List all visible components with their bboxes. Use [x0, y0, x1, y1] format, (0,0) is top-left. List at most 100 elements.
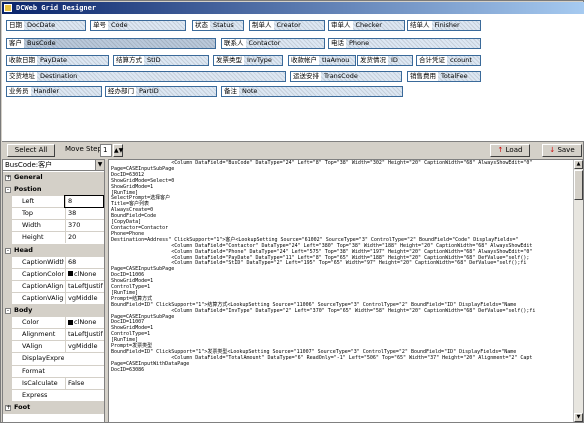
field-docdate[interactable]: 日期 DocDate	[6, 20, 86, 31]
field-status[interactable]: 状态 Status	[192, 20, 244, 31]
property-value[interactable]: 20	[65, 232, 103, 244]
property-row[interactable]: Top 38	[3, 208, 104, 221]
scroll-up-icon[interactable]: ▲	[574, 160, 583, 169]
move-step-input[interactable]: 1	[100, 144, 112, 157]
field-invtype[interactable]: 发票类型 InvType	[213, 55, 283, 66]
load-button[interactable]: ↑ Load	[490, 144, 530, 157]
field-code[interactable]: 单号 Code	[90, 20, 186, 31]
property-row[interactable]: Color clNone	[3, 317, 104, 330]
property-row[interactable]: Width 370	[3, 220, 104, 233]
component-select[interactable]: BusCode:客户 ▼	[3, 160, 104, 171]
row-gutter	[3, 389, 12, 401]
property-category[interactable]: - Body	[3, 305, 104, 318]
field-checker[interactable]: 审单人 Checker	[328, 20, 405, 31]
expand-icon[interactable]: +	[5, 175, 11, 181]
property-row[interactable]: Left 8	[3, 195, 104, 209]
property-category[interactable]: - Postion	[3, 184, 104, 197]
property-row[interactable]: CaptionAlignme taLeftJustify	[3, 280, 104, 293]
collapse-icon[interactable]: -	[5, 187, 11, 194]
field-caption: 合计凭证	[417, 56, 447, 65]
collapse-icon[interactable]: -	[5, 247, 11, 254]
property-value[interactable]: taLeftJustify	[65, 329, 103, 341]
property-value[interactable]: 8	[64, 195, 104, 209]
property-name: Top	[22, 209, 33, 218]
property-value[interactable]: 68	[65, 256, 103, 268]
field-phone[interactable]: 电话 Phone	[328, 38, 481, 49]
property-name: Alignment	[22, 330, 56, 339]
property-value[interactable]: False	[65, 377, 103, 389]
field-stid[interactable]: 结算方式 StID	[113, 55, 209, 66]
field-paydate[interactable]: 收款日期 PayDate	[6, 55, 109, 66]
code-line: DocID=63086	[111, 366, 145, 373]
property-value[interactable]: 38	[65, 208, 103, 220]
field-totalfee[interactable]: 销售费用 TotalFee	[407, 71, 481, 82]
collapse-icon[interactable]: -	[5, 308, 11, 315]
field-caption: 联系人	[222, 39, 246, 48]
property-name: CaptionAlignme	[22, 281, 64, 290]
field-name: Contactor	[248, 39, 281, 47]
move-step-spinner[interactable]: ▲▼	[113, 144, 123, 157]
expand-icon[interactable]: +	[5, 404, 11, 411]
field-handler[interactable]: 业务员 Handler	[6, 86, 102, 97]
property-row[interactable]: Alignment taLeftJustify	[3, 329, 104, 342]
vertical-scrollbar[interactable]: ▲ ▼	[573, 160, 583, 422]
field-caption: 运送安排	[291, 72, 321, 81]
field-destination[interactable]: 交货地址 Destination	[6, 71, 286, 82]
property-grid: + General - Postion Left 8 Top 38 Width 370 Height…	[3, 172, 104, 414]
move-step-label: Move Step	[65, 145, 102, 153]
property-name: IsCalculate	[22, 378, 58, 387]
xml-editor[interactable]: <Column DataField="BusCode" DataType="24…	[108, 159, 584, 423]
row-gutter	[3, 329, 12, 341]
field-name: ID	[391, 56, 398, 64]
property-value[interactable]: clNone	[65, 317, 103, 329]
property-row[interactable]: Height 20	[3, 232, 104, 245]
field-caption: 发货情况	[358, 56, 388, 65]
property-value-text: clNone	[74, 318, 97, 327]
property-row[interactable]: VAlign vgMiddle	[3, 341, 104, 354]
property-name: CaptionVAlign	[22, 293, 64, 302]
property-value-text: vgMiddle	[68, 293, 98, 302]
property-name: Width	[22, 221, 41, 230]
scroll-thumb[interactable]	[574, 170, 583, 200]
row-gutter	[3, 268, 12, 280]
property-value[interactable]: 370	[65, 220, 103, 232]
property-row[interactable]: CaptionWidth 68	[3, 256, 104, 269]
field-note[interactable]: 备注 Note	[221, 86, 403, 97]
color-swatch-icon	[68, 319, 73, 325]
scroll-down-icon[interactable]: ▼	[574, 413, 583, 422]
save-button[interactable]: ↓ Save	[542, 144, 582, 157]
design-canvas[interactable]: 日期 DocDate 单号 Code 状态 Status 制单人 Creator 审单人…	[2, 14, 584, 142]
select-all-button[interactable]: Select All	[7, 144, 55, 157]
property-value[interactable]: clNone	[65, 268, 103, 280]
chevron-down-icon[interactable]: ▼	[95, 160, 104, 170]
field-creator[interactable]: 制单人 Creator	[249, 20, 325, 31]
property-value[interactable]: taLeftJustify	[65, 280, 103, 292]
field-caption: 日期	[7, 21, 24, 30]
property-row[interactable]: Express	[3, 389, 104, 402]
property-value[interactable]: vgMiddle	[65, 292, 103, 304]
row-gutter	[3, 365, 12, 377]
field-ccount[interactable]: 合计凭证 ccount	[416, 55, 481, 66]
property-row[interactable]: CaptionVAlign vgMiddle	[3, 292, 104, 306]
load-label: Load	[505, 146, 523, 154]
code-text[interactable]: <Column DataField="BusCode" DataType="24…	[109, 160, 574, 422]
property-row[interactable]: DisplayExpress	[3, 353, 104, 366]
property-value[interactable]: vgMiddle	[65, 341, 103, 353]
save-label: Save	[557, 146, 575, 154]
property-name: Postion	[14, 185, 42, 194]
property-row[interactable]: IsCalculate False	[3, 377, 104, 390]
field-contactor[interactable]: 联系人 Contactor	[221, 38, 325, 49]
property-value-text: vgMiddle	[68, 342, 98, 351]
property-category[interactable]: - Head	[3, 244, 104, 257]
field-partid[interactable]: 经办部门 PartID	[105, 86, 217, 97]
field-id[interactable]: 发货情况 ID	[357, 55, 413, 66]
field-buscode[interactable]: 客户 BusCode	[6, 38, 216, 49]
property-value-text: taLeftJustify	[68, 281, 103, 290]
property-category[interactable]: + Foot	[3, 401, 104, 414]
field-account[interactable]: 收款帐户 tIaAmou	[288, 55, 356, 66]
field-transcode[interactable]: 运送安排 TransCode	[290, 71, 402, 82]
property-row[interactable]: CaptionColor clNone	[3, 268, 104, 281]
property-category[interactable]: + General	[3, 172, 104, 185]
field-finisher[interactable]: 结单人 Finisher	[407, 20, 481, 31]
property-row[interactable]: Format	[3, 365, 104, 378]
